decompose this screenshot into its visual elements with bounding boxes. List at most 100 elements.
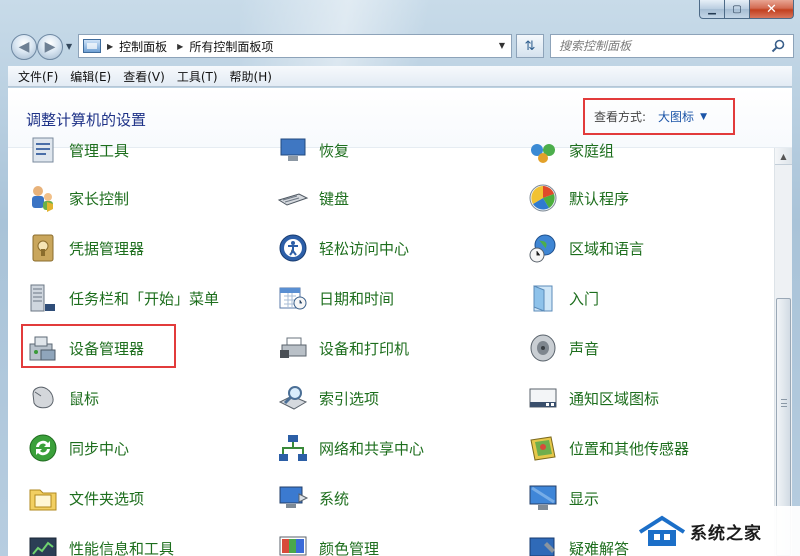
item-label: 键盘 bbox=[319, 189, 350, 208]
device-manager-highlight bbox=[21, 324, 176, 368]
search-box[interactable] bbox=[550, 34, 794, 58]
item-label: 日期和时间 bbox=[319, 289, 395, 308]
item-label: 任务栏和「开始」菜单 bbox=[69, 289, 220, 308]
caret-down-icon[interactable]: ▼ bbox=[700, 112, 707, 122]
watermark-text: 系统之家 bbox=[690, 523, 762, 544]
item-sound[interactable]: 声音 bbox=[526, 328, 599, 368]
menu-file[interactable]: 文件(F) bbox=[12, 68, 64, 85]
notification-area-icon bbox=[526, 381, 560, 415]
item-indexing-options[interactable]: 索引选项 bbox=[276, 378, 379, 418]
item-region-language[interactable]: 区域和语言 bbox=[526, 228, 644, 268]
vertical-scrollbar[interactable]: ▲ bbox=[774, 148, 792, 556]
item-location-sensors[interactable]: 位置和其他传感器 bbox=[526, 428, 689, 468]
menu-bar: 文件(F) 编辑(E) 查看(V) 工具(T) 帮助(H) bbox=[8, 66, 792, 87]
address-bar[interactable]: ▶ 控制面板 ▶ 所有控制面板项 ▼ bbox=[78, 34, 512, 58]
item-label: 系统 bbox=[319, 489, 350, 508]
network-icon bbox=[276, 431, 310, 465]
item-sync-center[interactable]: 同步中心 bbox=[26, 428, 129, 468]
item-label: 文件夹选项 bbox=[69, 489, 145, 508]
item-performance-info[interactable]: 性能信息和工具 bbox=[26, 528, 174, 556]
arrow-right-icon: ▶ bbox=[44, 39, 56, 55]
item-folder-options[interactable]: 文件夹选项 bbox=[26, 478, 144, 518]
item-getting-started[interactable]: 入门 bbox=[526, 278, 599, 318]
ease-of-access-icon bbox=[276, 231, 310, 265]
thumb-grip bbox=[781, 399, 787, 407]
item-label: 凭据管理器 bbox=[69, 239, 145, 258]
refresh-button[interactable]: ⇅ bbox=[516, 34, 544, 58]
keyboard-icon bbox=[276, 181, 310, 215]
site-watermark: 系统之家 bbox=[630, 506, 800, 556]
control-panel-icon bbox=[83, 39, 101, 53]
item-date-time[interactable]: 日期和时间 bbox=[276, 278, 394, 318]
menu-tools[interactable]: 工具(T) bbox=[171, 68, 224, 85]
item-label: 同步中心 bbox=[69, 439, 130, 458]
taskbar-icon bbox=[26, 281, 60, 315]
admin-tools-icon bbox=[26, 133, 60, 167]
item-label: 声音 bbox=[569, 339, 600, 358]
item-label: 显示 bbox=[569, 489, 600, 508]
refresh-icon: ⇅ bbox=[524, 38, 536, 54]
item-credential-manager[interactable]: 凭据管理器 bbox=[26, 228, 144, 268]
globe-clock-icon bbox=[526, 231, 560, 265]
close-button[interactable]: ✕ bbox=[750, 0, 794, 19]
breadcrumb-all-items[interactable]: 所有控制面板项 bbox=[189, 38, 273, 55]
item-label: 默认程序 bbox=[569, 189, 630, 208]
window-frame: ▁ ▢ ✕ ◀ ▶ ▼ ▶ 控制面板 ▶ 所有控制面板项 ▼ ⇅ 搜索控制面板 … bbox=[0, 0, 800, 556]
menu-view[interactable]: 查看(V) bbox=[117, 68, 171, 85]
item-parental-controls[interactable]: 家长控制 bbox=[26, 178, 129, 218]
search-input[interactable] bbox=[551, 35, 761, 57]
troubleshooting-icon bbox=[526, 531, 560, 556]
search-icon[interactable] bbox=[771, 39, 785, 53]
item-ease-of-access[interactable]: 轻松访问中心 bbox=[276, 228, 409, 268]
default-programs-icon bbox=[526, 181, 560, 215]
item-recovery[interactable]: 恢复 bbox=[276, 130, 349, 170]
chevron-right-icon[interactable]: ▶ bbox=[177, 42, 183, 51]
view-by-label: 查看方式: bbox=[594, 110, 647, 124]
item-label: 家长控制 bbox=[69, 189, 130, 208]
item-label: 管理工具 bbox=[69, 141, 130, 160]
speaker-icon bbox=[526, 331, 560, 365]
item-label: 区域和语言 bbox=[569, 239, 645, 258]
item-homegroup[interactable]: 家庭组 bbox=[526, 130, 614, 170]
item-notification-area-icons[interactable]: 通知区域图标 bbox=[526, 378, 659, 418]
item-system[interactable]: 系统 bbox=[276, 478, 349, 518]
forward-button[interactable]: ▶ bbox=[37, 34, 63, 60]
calendar-clock-icon bbox=[276, 281, 310, 315]
location-sensors-icon bbox=[526, 431, 560, 465]
chevron-right-icon[interactable]: ▶ bbox=[107, 42, 113, 51]
breadcrumb-control-panel[interactable]: 控制面板 bbox=[119, 38, 167, 55]
item-troubleshooting[interactable]: 疑难解答 bbox=[526, 528, 629, 556]
item-label: 家庭组 bbox=[569, 141, 615, 160]
item-taskbar-start-menu[interactable]: 任务栏和「开始」菜单 bbox=[26, 278, 219, 318]
item-mouse[interactable]: 鼠标 bbox=[26, 378, 99, 418]
parental-controls-icon bbox=[26, 181, 60, 215]
item-devices-printers[interactable]: 设备和打印机 bbox=[276, 328, 409, 368]
menu-edit[interactable]: 编辑(E) bbox=[64, 68, 117, 85]
sync-center-icon bbox=[26, 431, 60, 465]
homegroup-icon bbox=[526, 133, 560, 167]
item-label: 网络和共享中心 bbox=[319, 439, 425, 458]
color-management-icon bbox=[276, 531, 310, 556]
item-label: 性能信息和工具 bbox=[69, 539, 175, 556]
arrow-left-icon: ◀ bbox=[18, 39, 30, 55]
item-keyboard[interactable]: 键盘 bbox=[276, 178, 349, 218]
item-label: 轻松访问中心 bbox=[319, 239, 410, 258]
back-button[interactable]: ◀ bbox=[11, 34, 37, 60]
item-display[interactable]: 显示 bbox=[526, 478, 599, 518]
credential-manager-icon bbox=[26, 231, 60, 265]
item-label: 索引选项 bbox=[319, 389, 380, 408]
item-network-sharing[interactable]: 网络和共享中心 bbox=[276, 428, 424, 468]
item-color-management[interactable]: 颜色管理 bbox=[276, 528, 379, 556]
item-default-programs[interactable]: 默认程序 bbox=[526, 178, 629, 218]
scroll-up-button[interactable]: ▲ bbox=[775, 148, 792, 165]
menu-help[interactable]: 帮助(H) bbox=[224, 68, 278, 85]
maximize-button[interactable]: ▢ bbox=[725, 0, 750, 19]
recent-pages-dropdown[interactable]: ▼ bbox=[66, 42, 72, 51]
minimize-button[interactable]: ▁ bbox=[699, 0, 725, 19]
view-by-dropdown[interactable]: 大图标 bbox=[658, 108, 694, 125]
item-admin-tools[interactable]: 管理工具 bbox=[26, 130, 129, 170]
caption-buttons: ▁ ▢ ✕ bbox=[699, 0, 794, 19]
recovery-icon bbox=[276, 133, 310, 167]
address-dropdown-icon[interactable]: ▼ bbox=[499, 41, 505, 50]
getting-started-icon bbox=[526, 281, 560, 315]
